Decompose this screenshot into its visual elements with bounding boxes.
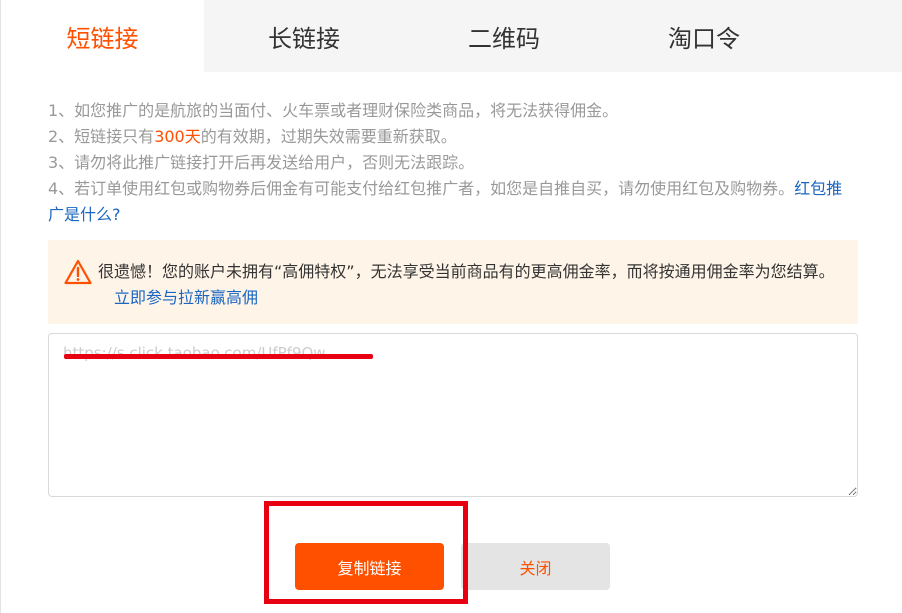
- tab-taokouling[interactable]: 淘口令: [604, 0, 804, 72]
- close-button[interactable]: 关闭: [461, 543, 610, 590]
- join-high-commission-link[interactable]: 立即参与拉新赢高佣: [114, 288, 258, 307]
- note-4-text: 4、若订单使用红包或购物券后佣金有可能支付给红包推广者，如您是自推自买，请勿使用…: [48, 179, 795, 198]
- warning-text: 很遗憾！您的账户未拥有“高佣特权”，无法享受当前商品有的更高佣金率，而将按通用佣…: [98, 262, 835, 281]
- note-3: 3、请勿将此推广链接打开后再发送给用户，否则无法跟踪。: [48, 153, 475, 172]
- tab-bar: 短链接 长链接 二维码 淘口令: [1, 0, 902, 72]
- note-1: 1、如您推广的是航旅的当面付、火车票或者理财保险类商品，将无法获得佣金。: [48, 101, 619, 120]
- note-2-suffix: 的有效期，过期失效需要重新获取。: [200, 127, 457, 146]
- warning-icon: [64, 259, 92, 285]
- note-2: 2、短链接只有300天的有效期，过期失效需要重新获取。: [48, 124, 858, 150]
- copy-link-button[interactable]: 复制链接: [295, 543, 444, 590]
- notes: 1、如您推广的是航旅的当面付、火车票或者理财保险类商品，将无法获得佣金。 2、短…: [48, 98, 858, 228]
- tab-long-link[interactable]: 长链接: [204, 0, 404, 72]
- warning-box: 很遗憾！您的账户未拥有“高佣特权”，无法享受当前商品有的更高佣金率，而将按通用佣…: [48, 240, 858, 324]
- short-link-dialog: 短链接 长链接 二维码 淘口令 1、如您推广的是航旅的当面付、火车票或者理财保险…: [0, 0, 902, 613]
- note-4: 4、若订单使用红包或购物券后佣金有可能支付给红包推广者，如您是自推自买，请勿使用…: [48, 176, 858, 228]
- redaction-mark: [64, 354, 373, 359]
- tab-short-link[interactable]: 短链接: [1, 0, 204, 72]
- note-2-prefix: 2、短链接只有: [48, 127, 155, 146]
- note-2-highlight: 300天: [154, 127, 201, 146]
- tab-qr-code[interactable]: 二维码: [404, 0, 604, 72]
